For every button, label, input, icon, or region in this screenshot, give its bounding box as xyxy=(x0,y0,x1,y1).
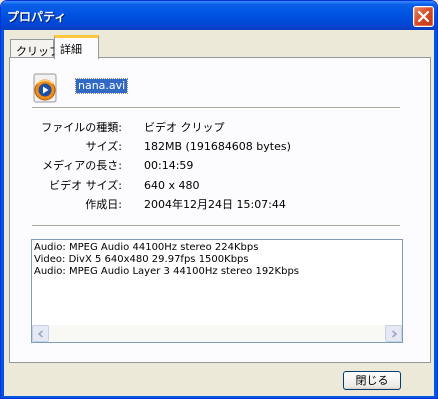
horizontal-scrollbar[interactable] xyxy=(32,325,402,342)
codec-line: Audio: MPEG Audio 44100Hz stereo 224Kbps xyxy=(34,242,259,253)
window-close-button[interactable] xyxy=(413,6,434,27)
arrow-left-icon xyxy=(37,330,44,338)
scroll-right-button[interactable] xyxy=(385,325,402,342)
created-date-value: 2004年12月24日 15:07:44 xyxy=(144,198,286,211)
media-length-value: 00:14:59 xyxy=(144,159,194,172)
media-player-file-icon xyxy=(33,73,57,103)
created-date-label: 作成日: xyxy=(85,198,122,211)
video-size-label: ビデオ サイズ: xyxy=(49,179,122,192)
file-name[interactable]: nana.avi xyxy=(74,78,129,94)
title-bar[interactable]: プロパティ xyxy=(1,1,437,30)
scroll-left-button[interactable] xyxy=(32,325,49,342)
tab-detail[interactable]: 詳細 xyxy=(54,35,99,59)
size-value: 182MB (191684608 bytes) xyxy=(144,140,291,153)
properties-dialog: プロパティ クリップ 詳細 nana.avi ファイルの種類: ビデオ クリップ… xyxy=(0,0,438,399)
arrow-right-icon xyxy=(391,330,398,338)
window-border-right xyxy=(434,30,437,398)
window-title: プロパティ xyxy=(7,10,67,24)
close-icon xyxy=(418,11,429,22)
media-length-label: メディアの長さ: xyxy=(42,159,122,172)
codec-line: Video: DivX 5 640x480 29.97fps 1500Kbps xyxy=(34,254,249,265)
separator xyxy=(32,107,400,109)
close-button[interactable]: 閉じる xyxy=(343,371,401,390)
codec-info-textbox[interactable]: Audio: MPEG Audio 44100Hz stereo 224Kbps… xyxy=(31,239,403,343)
video-size-value: 640 x 480 xyxy=(144,179,200,192)
codec-line: Audio: MPEG Audio Layer 3 44100Hz stereo… xyxy=(34,266,300,277)
separator xyxy=(32,225,400,227)
tab-clip[interactable]: クリップ xyxy=(10,39,60,58)
file-type-label: ファイルの種類: xyxy=(41,121,122,134)
size-label: サイズ: xyxy=(85,140,122,153)
window-border-left xyxy=(1,30,4,398)
detail-panel: nana.avi ファイルの種類: ビデオ クリップ サイズ: 182MB (1… xyxy=(9,57,431,363)
file-type-value: ビデオ クリップ xyxy=(144,121,225,134)
